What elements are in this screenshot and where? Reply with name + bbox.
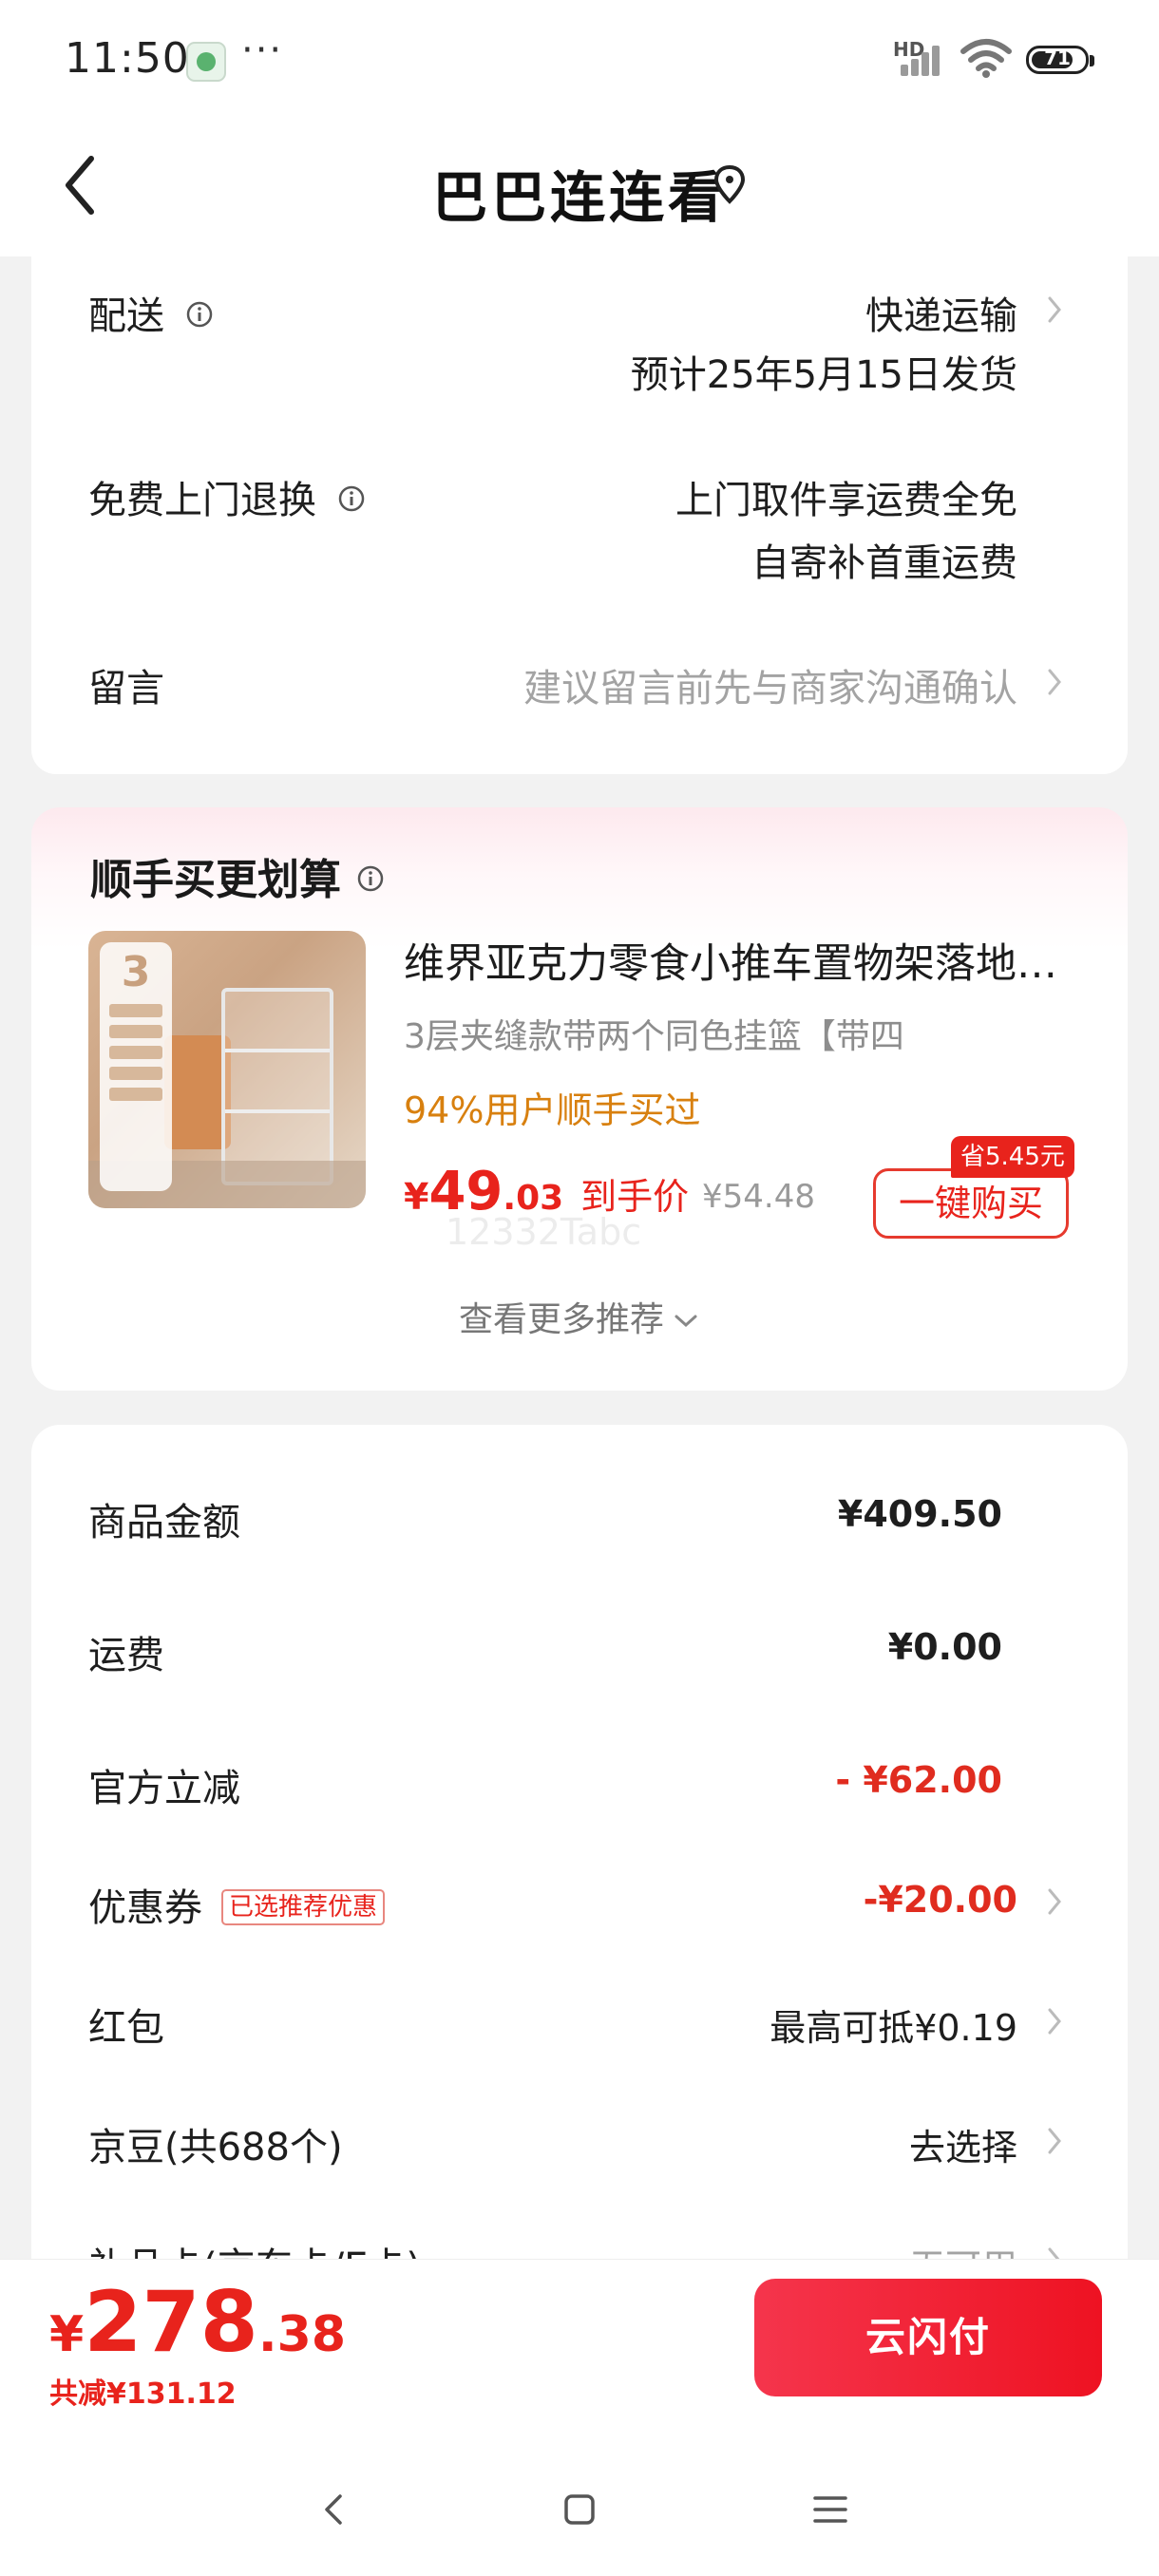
return-line2: 自寄补首重运费 bbox=[751, 541, 1017, 585]
message-placeholder[interactable]: 建议留言前先与商家沟通确认 bbox=[523, 657, 1017, 712]
goods-amount-row: 商品金额 ¥409.50 bbox=[88, 1491, 1065, 1548]
signal-icon bbox=[901, 42, 948, 76]
info-icon[interactable] bbox=[185, 300, 214, 329]
freight-label: 运费 bbox=[88, 1634, 164, 1677]
recommend-title-wrap: 顺手买更划算 bbox=[90, 845, 385, 906]
coupon-value: -¥20.00 bbox=[863, 1879, 1017, 1921]
notification-app-icon bbox=[186, 42, 226, 82]
free-return-row: 免费上门退换 上门取件享运费全免 自寄补首重运费 bbox=[88, 469, 1065, 593]
total-integer: 278 bbox=[84, 2273, 258, 2371]
official-discount-label: 官方立减 bbox=[88, 1767, 240, 1810]
shipping-label-wrap: 配送 bbox=[88, 285, 214, 340]
page-title: 巴巴连连看 bbox=[431, 165, 727, 230]
red-packet-label: 红包 bbox=[88, 2006, 164, 2050]
battery-icon: 71 bbox=[1026, 46, 1094, 74]
jd-beans-value: 去选择 bbox=[908, 2127, 1017, 2169]
original-price: ¥54.48 bbox=[702, 1178, 815, 1216]
total-currency: ¥ bbox=[49, 2306, 85, 2363]
chevron-down-icon bbox=[674, 1315, 697, 1328]
message-label: 留言 bbox=[88, 667, 164, 710]
product-image-badge: 3 bbox=[100, 942, 172, 1191]
save-amount-badge: 省5.45元 bbox=[951, 1136, 1074, 1178]
battery-level: 71 bbox=[1044, 47, 1071, 69]
coupon-label-wrap: 优惠券 已选推荐优惠 bbox=[88, 1877, 386, 1932]
shipping-method: 快递运输 bbox=[865, 294, 1017, 338]
chevron-right-icon bbox=[1048, 2008, 1061, 2035]
one-click-buy-button[interactable]: 一键购买 bbox=[873, 1168, 1069, 1239]
return-line1: 上门取件享运费全免 bbox=[675, 479, 1017, 522]
system-nav-bar bbox=[0, 2439, 1159, 2576]
more-recommend-label: 查看更多推荐 bbox=[458, 1300, 664, 1339]
coupon-label: 优惠券 bbox=[88, 1886, 202, 1930]
goods-amount-value: ¥409.50 bbox=[837, 1493, 1002, 1535]
more-recommend-link[interactable]: 查看更多推荐 bbox=[31, 1292, 1128, 1341]
return-label-wrap: 免费上门退换 bbox=[88, 469, 366, 524]
product-image-cart bbox=[221, 988, 333, 1185]
red-packet-row[interactable]: 红包 最高可抵¥0.19 bbox=[88, 1997, 1065, 2054]
total-amount: ¥278.38 bbox=[49, 2273, 346, 2371]
status-time: 11:50 bbox=[65, 34, 190, 83]
jd-beans-row[interactable]: 京豆(共688个) 去选择 bbox=[88, 2116, 1065, 2173]
freight-row: 运费 ¥0.00 bbox=[88, 1624, 1065, 1681]
return-label: 免费上门退换 bbox=[88, 479, 316, 522]
product-image-badge-number: 3 bbox=[121, 948, 151, 996]
chevron-right-icon bbox=[1048, 296, 1061, 323]
official-discount-row: 官方立减 - ¥62.00 bbox=[88, 1757, 1065, 1814]
info-icon[interactable] bbox=[356, 864, 385, 893]
product-image[interactable]: 3 bbox=[88, 931, 366, 1208]
total-saved: 共减¥131.12 bbox=[49, 2377, 237, 2411]
chevron-right-icon bbox=[1048, 1888, 1061, 1915]
status-bar: 11:50 ··· HD 71 bbox=[0, 0, 1159, 119]
coupon-selected-badge: 已选推荐优惠 bbox=[221, 1889, 386, 1925]
price-currency: ¥ bbox=[404, 1176, 429, 1218]
delivery-card: 配送 快递运输 预计25年5月15日发货 免费上门退换 上门取件享运费全免 自寄… bbox=[31, 256, 1128, 774]
recommend-title: 顺手买更划算 bbox=[90, 856, 341, 904]
coupon-row[interactable]: 优惠券 已选推荐优惠 -¥20.00 bbox=[88, 1877, 1065, 1934]
system-home-icon[interactable] bbox=[559, 2489, 600, 2530]
product-buy-stat: 94%用户顺手买过 bbox=[404, 1089, 701, 1131]
message-row[interactable]: 留言 建议留言前先与商家沟通确认 bbox=[88, 657, 1065, 714]
shipping-label: 配送 bbox=[88, 294, 164, 338]
product-name[interactable]: 维界亚克力零食小推车置物架落地多层厨房收纳架 bbox=[404, 931, 1069, 990]
pay-bar: ¥278.38 共减¥131.12 云闪付 bbox=[0, 2259, 1159, 2440]
info-icon[interactable] bbox=[337, 484, 366, 513]
recommend-card: 顺手买更划算 3 维界亚克力零食小推车置物架落地多层厨房收纳架 3层夹缝款带两个… bbox=[31, 807, 1128, 1391]
product-spec: 3层夹缝款带两个同色挂篮【带四 bbox=[404, 1017, 904, 1056]
more-notifications-icon: ··· bbox=[241, 28, 284, 72]
chevron-right-icon bbox=[1048, 2128, 1061, 2154]
jd-beans-label: 京豆(共688个) bbox=[88, 2126, 343, 2169]
red-packet-value: 最高可抵¥0.19 bbox=[770, 2007, 1017, 2049]
total-decimal: .38 bbox=[257, 2306, 347, 2363]
fee-card: 商品金额 ¥409.50 运费 ¥0.00 官方立减 - ¥62.00 优惠券已… bbox=[31, 1425, 1128, 2375]
system-back-icon[interactable] bbox=[314, 2489, 355, 2530]
goods-amount-label: 商品金额 bbox=[88, 1501, 240, 1544]
wifi-icon bbox=[960, 39, 1012, 78]
shipping-row[interactable]: 配送 快递运输 预计25年5月15日发货 bbox=[88, 285, 1065, 408]
shipping-eta: 预计25年5月15日发货 bbox=[630, 353, 1017, 397]
nav-header: 巴巴连连看 bbox=[0, 119, 1159, 256]
system-menu-icon[interactable] bbox=[809, 2489, 851, 2530]
chevron-right-icon bbox=[1048, 669, 1061, 695]
watermark-text: 12332Tabc bbox=[446, 1211, 642, 1253]
location-pin-icon[interactable] bbox=[711, 161, 749, 209]
freight-value: ¥0.00 bbox=[887, 1626, 1002, 1668]
unionpay-quickpass-button[interactable]: 云闪付 bbox=[754, 2279, 1102, 2396]
official-discount-value: - ¥62.00 bbox=[835, 1759, 1002, 1801]
